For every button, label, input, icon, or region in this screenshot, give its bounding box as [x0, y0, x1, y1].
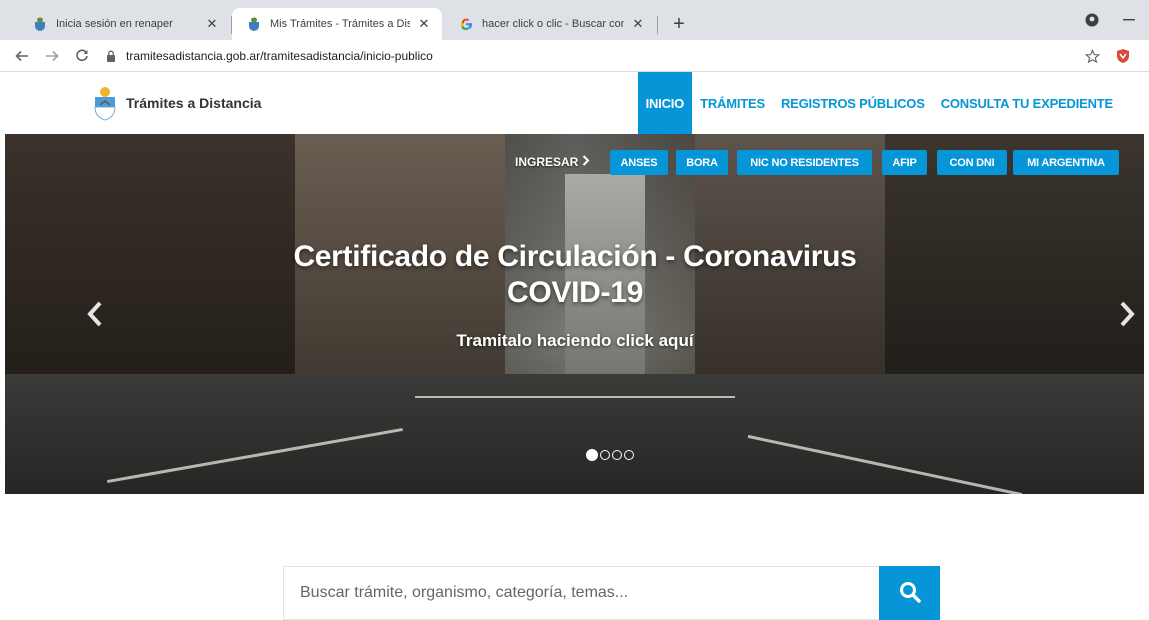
scene-crosswalk: [415, 396, 735, 398]
brand-name: Trámites a Distancia: [126, 95, 262, 111]
google-favicon-icon: [458, 16, 474, 32]
hero-subtitle-link[interactable]: Tramitalo haciendo click aquí: [345, 331, 805, 351]
nav-item-inicio[interactable]: INICIO: [637, 72, 693, 134]
profile-icon[interactable]: [1080, 10, 1104, 30]
nav-item-tramites[interactable]: TRÁMITES: [692, 72, 773, 134]
tab-renaper[interactable]: Inicia sesión en renaper ✕: [18, 8, 230, 40]
hero-carousel[interactable]: INGRESAR ANSES BORA NIC NO RESIDENTES AF…: [5, 134, 1144, 494]
lock-icon[interactable]: [104, 49, 118, 63]
back-icon[interactable]: [10, 44, 34, 68]
carousel-indicators: [585, 449, 635, 461]
address-bar[interactable]: tramitesadistancia.gob.ar/tramitesadista…: [104, 44, 1104, 68]
url-text: tramitesadistancia.gob.ar/tramitesadista…: [126, 49, 433, 63]
hero-title[interactable]: Certificado de Circulación - Coronavirus…: [245, 239, 905, 311]
carousel-dot[interactable]: [600, 450, 610, 460]
next-arrow-icon[interactable]: [1115, 299, 1139, 329]
browser-tab-strip: Inicia sesión en renaper ✕ Mis Trámites …: [0, 0, 1149, 40]
close-icon[interactable]: ✕: [630, 16, 646, 32]
tab-mis-tramites[interactable]: Mis Trámites - Trámites a Distanc ✕: [232, 8, 442, 40]
ingresar-label: INGRESAR: [515, 154, 590, 169]
tab-title: Inicia sesión en renaper: [56, 18, 173, 30]
search-button[interactable]: [879, 566, 940, 620]
new-tab-button[interactable]: +: [667, 12, 691, 36]
quick-link-con-dni[interactable]: CON DNI: [937, 150, 1007, 175]
minimize-icon[interactable]: [1117, 10, 1141, 30]
shield-favicon-icon: [32, 16, 48, 32]
quick-link-anses[interactable]: ANSES: [610, 150, 668, 175]
ingresar-text: INGRESAR: [515, 154, 579, 169]
tab-separator: [657, 16, 658, 34]
nav-item-registros-publicos[interactable]: REGISTROS PÚBLICOS: [773, 72, 933, 134]
tab-google-search[interactable]: hacer click o clic - Buscar con Go ✕: [444, 8, 656, 40]
brand-link[interactable]: Trámites a Distancia: [92, 84, 261, 122]
forward-icon[interactable]: [40, 44, 64, 68]
quick-link-afip[interactable]: AFIP: [882, 150, 927, 175]
prev-arrow-icon[interactable]: [83, 299, 107, 329]
carousel-dot[interactable]: [624, 450, 634, 460]
browser-toolbar: tramitesadistancia.gob.ar/tramitesadista…: [0, 40, 1149, 72]
coat-of-arms-icon: [94, 87, 116, 121]
search-icon: [899, 581, 921, 606]
shield-favicon-icon: [246, 16, 262, 32]
main-nav: INICIO TRÁMITES REGISTROS PÚBLICOS CONSU…: [637, 72, 1121, 134]
star-icon[interactable]: [1080, 44, 1104, 68]
extension-icon[interactable]: [1113, 46, 1133, 66]
tab-title: Mis Trámites - Trámites a Distanc: [270, 18, 410, 30]
carousel-dot[interactable]: [612, 450, 622, 460]
nav-item-consulta-expediente[interactable]: CONSULTA TU EXPEDIENTE: [933, 72, 1121, 134]
quick-link-bora[interactable]: BORA: [676, 150, 728, 175]
close-icon[interactable]: ✕: [416, 16, 432, 32]
carousel-dot[interactable]: [586, 449, 598, 461]
site-header: Trámites a Distancia INICIO TRÁMITES REG…: [0, 72, 1149, 134]
quick-link-mi-argentina[interactable]: MI ARGENTINA: [1013, 150, 1119, 175]
search-bar: [283, 566, 940, 620]
quick-link-nic-no-residentes[interactable]: NIC NO RESIDENTES: [737, 150, 872, 175]
reload-icon[interactable]: [70, 44, 94, 68]
chevron-right-icon: [582, 154, 590, 169]
tab-title: hacer click o clic - Buscar con Go: [482, 18, 624, 30]
search-input[interactable]: [283, 566, 879, 620]
scene-road: [5, 374, 1144, 494]
close-icon[interactable]: ✕: [204, 16, 220, 32]
